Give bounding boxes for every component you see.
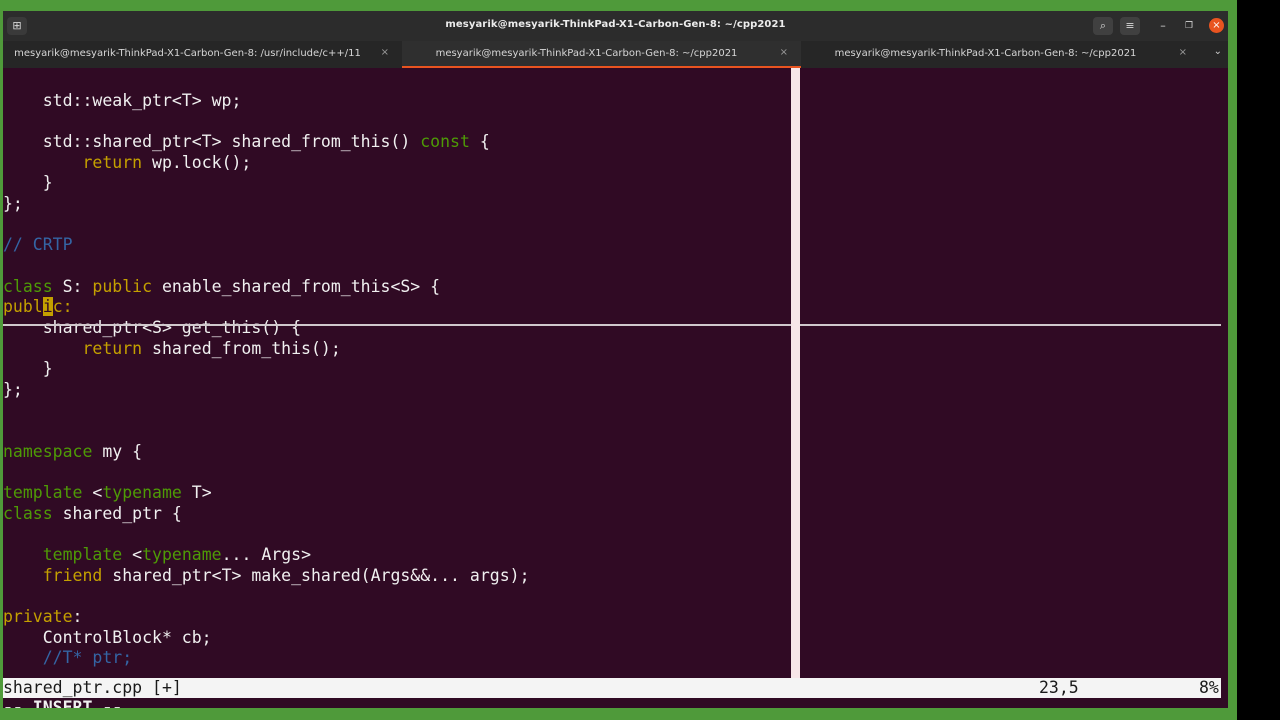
code-line-comment-crtp: // CRTP	[3, 235, 73, 254]
tab-close-icon[interactable]: ×	[381, 47, 389, 58]
code-line-close-struct: };	[3, 194, 23, 213]
search-button[interactable]: ⌕	[1093, 17, 1113, 35]
code-line-close-brace: }	[3, 359, 53, 378]
minimize-icon: –	[1160, 19, 1166, 32]
screen-border	[1237, 0, 1280, 720]
code-line-template: template <typename T>	[3, 483, 212, 502]
code-line-return-shared: return shared_from_this();	[82, 339, 341, 358]
code-line-comment-ptr: //T* ptr;	[3, 648, 133, 667]
tab-close-icon[interactable]: ×	[780, 47, 788, 58]
tab-bar: mesyarik@mesyarik-ThinkPad-X1-Carbon-Gen…	[3, 41, 1228, 68]
tab-label: mesyarik@mesyarik-ThinkPad-X1-Carbon-Gen…	[834, 48, 1137, 59]
menu-button[interactable]: ≡	[1120, 17, 1140, 35]
maximize-button[interactable]: ❐	[1179, 17, 1199, 35]
code-line-control-block: ControlBlock* cb;	[3, 628, 212, 647]
title-bar: ⊞ mesyarik@mesyarik-ThinkPad-X1-Carbon-G…	[3, 11, 1228, 41]
status-scroll-percent: 8%	[1199, 678, 1219, 697]
cursor-line-underline	[3, 324, 1221, 326]
window-title: mesyarik@mesyarik-ThinkPad-X1-Carbon-Gen…	[445, 19, 786, 30]
tab-cpp2021[interactable]: mesyarik@mesyarik-ThinkPad-X1-Carbon-Gen…	[801, 41, 1200, 68]
code-line-weak-ptr: std::weak_ptr<T> wp;	[3, 91, 242, 110]
status-cursor-position: 23,5	[1039, 678, 1079, 697]
maximize-icon: ❐	[1184, 21, 1194, 31]
code-line-template-args: template <typename... Args>	[42, 545, 311, 564]
status-line: shared_ptr.cpp [+] 23,5 8%	[3, 678, 1221, 698]
code-line-shared-from-this-decl: std::shared_ptr<T> shared_from_this() co…	[3, 132, 490, 151]
hamburger-menu-icon: ≡	[1125, 19, 1135, 32]
code-line-get-this: shared_ptr<S> get_this() {	[3, 318, 302, 337]
mode-indicator: -- INSERT --	[3, 698, 123, 708]
tab-label: mesyarik@mesyarik-ThinkPad-X1-Carbon-Gen…	[435, 48, 738, 59]
desktop-frame: ⊞ mesyarik@mesyarik-ThinkPad-X1-Carbon-G…	[0, 0, 1237, 720]
code-line-namespace: namespace my {	[3, 442, 143, 461]
minimize-button[interactable]: –	[1153, 17, 1173, 35]
code-line-return-lock: return wp.lock();	[82, 153, 252, 172]
tab-close-icon[interactable]: ×	[1179, 47, 1187, 58]
code-line-public: public:	[3, 297, 73, 316]
code-line-class-s: class S: public enable_shared_from_this<…	[3, 277, 441, 296]
code-line-friend: friend shared_ptr<T> make_shared(Args&&.…	[42, 566, 530, 585]
tab-list-dropdown-icon[interactable]: ⌄	[1214, 46, 1222, 57]
text-cursor: i	[42, 297, 53, 316]
close-window-button[interactable]: ×	[1209, 18, 1224, 33]
search-icon: ⌕	[1099, 19, 1107, 32]
code-line-class-shared-ptr: class shared_ptr {	[3, 504, 182, 523]
code-line-close-brace: }	[3, 173, 53, 192]
tab-usr-include[interactable]: mesyarik@mesyarik-ThinkPad-X1-Carbon-Gen…	[3, 41, 402, 68]
close-icon: ×	[1212, 20, 1221, 31]
status-filename: shared_ptr.cpp [+]	[3, 678, 182, 697]
code-line-close-class: };	[3, 380, 23, 399]
tab-label: mesyarik@mesyarik-ThinkPad-X1-Carbon-Gen…	[14, 48, 361, 59]
terminal-window: ⊞ mesyarik@mesyarik-ThinkPad-X1-Carbon-G…	[3, 11, 1228, 708]
code-line-private: private:	[3, 607, 83, 626]
vim-editor[interactable]: std::weak_ptr<T> wp; std::shared_ptr<T> …	[3, 68, 1228, 708]
tab-cpp2021-active[interactable]: mesyarik@mesyarik-ThinkPad-X1-Carbon-Gen…	[402, 41, 801, 68]
vertical-split-divider[interactable]	[791, 68, 800, 678]
